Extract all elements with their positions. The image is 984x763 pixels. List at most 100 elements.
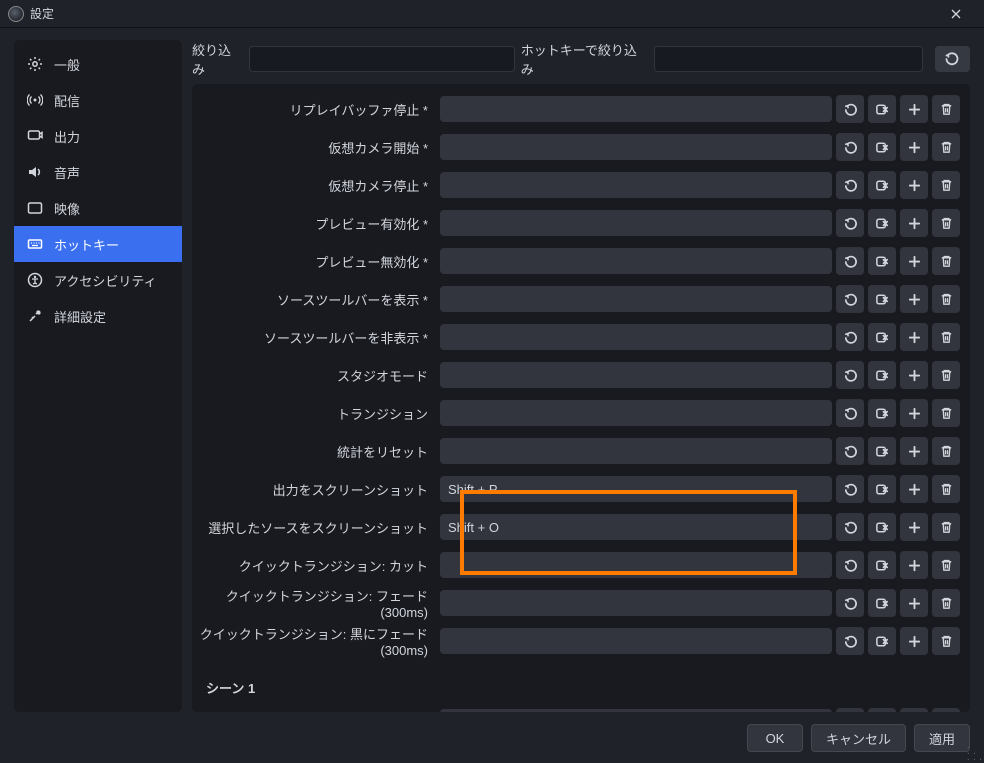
hotkey-input[interactable] [440, 628, 832, 654]
remove-button[interactable] [932, 323, 960, 351]
clear-button[interactable] [868, 475, 896, 503]
ok-button[interactable]: OK [747, 724, 803, 752]
clear-button[interactable] [868, 589, 896, 617]
hotkey-input[interactable] [440, 552, 832, 578]
hotkey-input[interactable] [440, 362, 832, 388]
hotkey-input[interactable] [440, 324, 832, 350]
remove-button[interactable] [932, 209, 960, 237]
hotkey-list[interactable]: リプレイバッファ停止 *仮想カメラ開始 *仮想カメラ停止 *プレビュー有効化 *… [192, 84, 970, 712]
add-button[interactable] [900, 708, 928, 712]
remove-button[interactable] [932, 589, 960, 617]
undo-button[interactable] [836, 589, 864, 617]
resize-grip[interactable]: .. .. . . [967, 742, 982, 760]
hotkey-input[interactable] [440, 476, 832, 502]
undo-button[interactable] [836, 247, 864, 275]
undo-button[interactable] [836, 437, 864, 465]
add-button[interactable] [900, 627, 928, 655]
add-button[interactable] [900, 171, 928, 199]
sidebar-item-general[interactable]: 一般 [14, 46, 182, 82]
hotkey-input[interactable] [440, 96, 832, 122]
remove-button[interactable] [932, 551, 960, 579]
clear-button[interactable] [868, 513, 896, 541]
undo-button[interactable] [836, 475, 864, 503]
clear-button[interactable] [868, 323, 896, 351]
hotkey-input[interactable] [440, 210, 832, 236]
sidebar-item-video[interactable]: 映像 [14, 190, 182, 226]
undo-button[interactable] [836, 361, 864, 389]
add-button[interactable] [900, 133, 928, 161]
add-button[interactable] [900, 323, 928, 351]
sidebar-item-accessibility[interactable]: アクセシビリティ [14, 262, 182, 298]
undo-button[interactable] [836, 323, 864, 351]
remove-button[interactable] [932, 247, 960, 275]
remove-button[interactable] [932, 399, 960, 427]
remove-button[interactable] [932, 708, 960, 712]
hotkey-input[interactable] [440, 172, 832, 198]
add-button[interactable] [900, 95, 928, 123]
add-button[interactable] [900, 361, 928, 389]
add-button[interactable] [900, 399, 928, 427]
hotkey-input[interactable] [440, 709, 832, 712]
undo-button[interactable] [836, 133, 864, 161]
hotkey-input[interactable] [440, 590, 832, 616]
cancel-button[interactable]: キャンセル [811, 724, 906, 752]
apply-button[interactable]: 適用 [914, 724, 970, 752]
undo-button[interactable] [836, 513, 864, 541]
filter-input[interactable] [249, 46, 514, 72]
clear-button[interactable] [868, 551, 896, 579]
hotkey-input[interactable] [440, 438, 832, 464]
undo-button[interactable] [836, 399, 864, 427]
reset-filter-button[interactable] [935, 46, 971, 72]
clear-button[interactable] [868, 285, 896, 313]
remove-button[interactable] [932, 475, 960, 503]
undo-button[interactable] [836, 171, 864, 199]
remove-button[interactable] [932, 285, 960, 313]
add-button[interactable] [900, 437, 928, 465]
add-button[interactable] [900, 589, 928, 617]
remove-button[interactable] [932, 627, 960, 655]
remove-button[interactable] [932, 95, 960, 123]
undo-button[interactable] [836, 551, 864, 579]
clear-button[interactable] [868, 171, 896, 199]
hotkey-input[interactable] [440, 248, 832, 274]
hotkey-row: シーン切り替え [198, 703, 960, 712]
remove-button[interactable] [932, 171, 960, 199]
clear-button[interactable] [868, 399, 896, 427]
sidebar-item-hotkeys[interactable]: ホットキー [14, 226, 182, 262]
clear-button[interactable] [868, 437, 896, 465]
sidebar-item-output[interactable]: 出力 [14, 118, 182, 154]
hotkey-input[interactable] [440, 134, 832, 160]
clear-button[interactable] [868, 361, 896, 389]
add-button[interactable] [900, 247, 928, 275]
add-button[interactable] [900, 513, 928, 541]
sidebar-item-stream[interactable]: 配信 [14, 82, 182, 118]
clear-button[interactable] [868, 627, 896, 655]
clear-button[interactable] [868, 133, 896, 161]
undo-button[interactable] [836, 708, 864, 712]
add-button[interactable] [900, 285, 928, 313]
hotkey-input[interactable] [440, 514, 832, 540]
footer: OK キャンセル 適用 [0, 714, 984, 762]
remove-button[interactable] [932, 361, 960, 389]
undo-button[interactable] [836, 627, 864, 655]
undo-button[interactable] [836, 285, 864, 313]
clear-button[interactable] [868, 95, 896, 123]
sidebar-item-advanced[interactable]: 詳細設定 [14, 298, 182, 334]
sidebar-item-label: 配信 [54, 91, 80, 110]
remove-button[interactable] [932, 437, 960, 465]
hotkey-input[interactable] [440, 286, 832, 312]
add-button[interactable] [900, 551, 928, 579]
clear-button[interactable] [868, 247, 896, 275]
clear-button[interactable] [868, 209, 896, 237]
undo-button[interactable] [836, 95, 864, 123]
remove-button[interactable] [932, 513, 960, 541]
add-button[interactable] [900, 209, 928, 237]
hotkey-filter-input[interactable] [654, 46, 922, 72]
clear-button[interactable] [868, 708, 896, 712]
remove-button[interactable] [932, 133, 960, 161]
add-button[interactable] [900, 475, 928, 503]
hotkey-input[interactable] [440, 400, 832, 426]
undo-button[interactable] [836, 209, 864, 237]
close-button[interactable] [936, 1, 976, 27]
sidebar-item-audio[interactable]: 音声 [14, 154, 182, 190]
